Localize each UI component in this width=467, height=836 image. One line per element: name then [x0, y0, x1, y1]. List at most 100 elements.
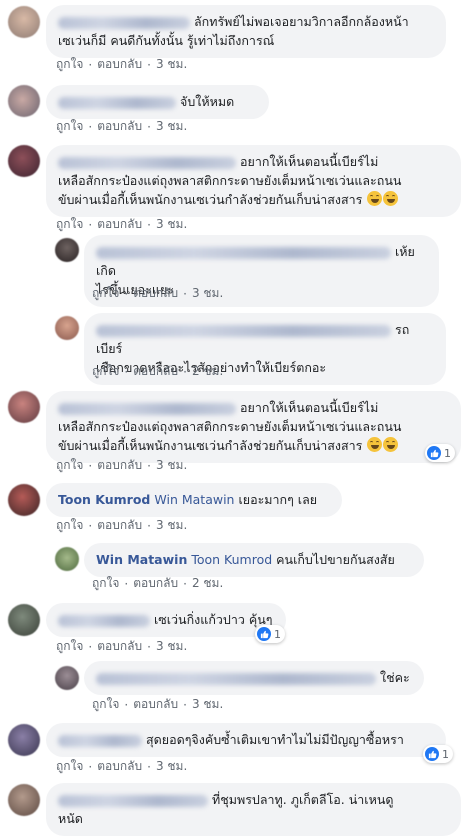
reaction-count[interactable]: 1 — [255, 625, 285, 643]
timestamp[interactable]: 3 ชม. — [156, 55, 187, 74]
reply: เห้ยเกิด ไรขึ้นเยอะแยะ ถูกใจ · ตอบกลับ · 3… — [0, 232, 467, 307]
comment: เซเว่นกิ่งแก้วปาว คุ้นๆ 1 ถูกใจ · ตอบกลับ… — [0, 598, 467, 658]
comment-bubble: ที่ชุมพรปลาทู. ภูเก็ตลีโอ. น่าเหนดู หนัด — [46, 783, 461, 836]
timestamp[interactable]: 3 ชม. — [156, 757, 187, 776]
like-link[interactable]: ถูกใจ — [56, 117, 83, 136]
timestamp[interactable]: 3 ชม. — [156, 637, 187, 656]
comment-actions: ถูกใจ · ตอบกลับ · 2 ชม. — [92, 574, 223, 593]
like-link[interactable]: ถูกใจ — [92, 362, 119, 381]
comment-text: เซเว่นก็มี คนดีกันทั้งนั้น รู้เท่าไม่ถึง… — [58, 33, 275, 48]
timestamp[interactable]: 2 ชม. — [192, 574, 223, 593]
timestamp[interactable]: 3 ชม. — [156, 456, 187, 475]
reply-link[interactable]: ตอบกลับ — [97, 456, 142, 475]
reply-link[interactable]: ตอบกลับ — [133, 362, 178, 381]
comment: ลักทรัพย์ไม่พอเจอยามวิกาลอีกกล้องหน้า เซ… — [0, 0, 467, 75]
commenter-name[interactable] — [58, 402, 236, 415]
reply-link[interactable]: ตอบกลับ — [133, 695, 178, 714]
timestamp[interactable]: 3 ชม. — [156, 516, 187, 535]
comment-actions: ถูกใจ · ตอบกลับ · 3 ชม. — [56, 117, 187, 136]
comment-text: ใช่คะ — [380, 670, 410, 685]
commenter-name[interactable]: Toon Kumrod — [58, 492, 150, 507]
comment-bubble: อยากให้เห็นตอนนี้เบียร์ไม่ เหลือสักกระป๋… — [46, 391, 461, 463]
avatar[interactable] — [55, 666, 79, 690]
avatar[interactable] — [8, 145, 40, 177]
commenter-name[interactable] — [58, 734, 142, 747]
mention-link[interactable]: Toon Kumrod — [191, 552, 272, 567]
avatar[interactable] — [8, 784, 40, 816]
comment-bubble: เซเว่นกิ่งแก้วปาว คุ้นๆ — [46, 603, 286, 637]
like-link[interactable]: ถูกใจ — [56, 757, 83, 776]
like-link[interactable]: ถูกใจ — [92, 574, 119, 593]
comment: ที่ชุมพรปลาทู. ภูเก็ตลีโอ. น่าเหนดู หนัด — [0, 778, 467, 836]
commenter-name[interactable] — [58, 96, 176, 109]
avatar[interactable] — [8, 484, 40, 516]
commenter-name[interactable] — [96, 324, 391, 337]
comment-actions: ถูกใจ · ตอบกลับ · 3 ชม. — [92, 695, 223, 714]
reply-link[interactable]: ตอบกลับ — [97, 637, 142, 656]
comment-actions: ถูกใจ · ตอบกลับ · 3 ชม. — [56, 516, 187, 535]
reaction-count[interactable]: 1 — [423, 745, 453, 763]
avatar[interactable] — [55, 547, 79, 571]
comment: อยากให้เห็นตอนนี้เบียร์ไม่ เหลือสักกระป๋… — [0, 386, 467, 476]
commenter-name[interactable] — [58, 794, 208, 807]
avatar[interactable] — [8, 604, 40, 636]
comment-actions: ถูกใจ · ตอบกลับ · 3 ชม. — [56, 637, 187, 656]
commenter-name[interactable] — [58, 16, 190, 29]
commenter-name[interactable] — [96, 246, 391, 259]
reaction-number: 1 — [274, 627, 281, 641]
grinning-emoji-icon — [383, 437, 399, 452]
avatar[interactable] — [55, 316, 79, 340]
avatar[interactable] — [8, 6, 40, 38]
timestamp[interactable]: 3 ชม. — [192, 695, 223, 714]
comment-actions: ถูกใจ · ตอบกลับ · 3 ชม. — [92, 284, 223, 303]
like-link[interactable]: ถูกใจ — [92, 284, 119, 303]
comment-bubble: อยากให้เห็นตอนนี้เบียร์ไม่ เหลือสักกระป๋… — [46, 145, 461, 217]
like-reaction-icon — [257, 627, 271, 641]
comment: สุดยอดๆจิงคับซ้ำเติมเขาทำไมไม่มีปัญญาซื้… — [0, 718, 467, 778]
commenter-name[interactable]: Win Matawin — [96, 552, 187, 567]
comment-text: เยอะมากๆ เลย — [238, 492, 318, 507]
commenter-name[interactable] — [58, 614, 150, 627]
comment-text: ที่ชุมพรปลาทู. ภูเก็ตลีโอ. น่าเหนดู — [212, 792, 394, 807]
avatar[interactable] — [8, 391, 40, 423]
reaction-number: 1 — [442, 747, 449, 761]
reply-link[interactable]: ตอบกลับ — [97, 55, 142, 74]
avatar[interactable] — [8, 85, 40, 117]
comment-text: อยากให้เห็นตอนนี้เบียร์ไม่ — [240, 400, 379, 415]
reply-link[interactable]: ตอบกลับ — [97, 516, 142, 535]
comment-bubble: สุดยอดๆจิงคับซ้ำเติมเขาทำไมไม่มีปัญญาซื้… — [46, 723, 446, 757]
comment: Toon Kumrod Win Matawin เยอะมากๆ เลย ถูกใจ… — [0, 478, 467, 540]
comment-actions: ถูกใจ · ตอบกลับ · 2 ชม. — [92, 362, 223, 381]
like-link[interactable]: ถูกใจ — [92, 695, 119, 714]
reply-link[interactable]: ตอบกลับ — [97, 117, 142, 136]
timestamp[interactable]: 3 ชม. — [156, 117, 187, 136]
avatar[interactable] — [55, 238, 79, 262]
avatar[interactable] — [8, 724, 40, 756]
grinning-emoji-icon — [383, 191, 399, 206]
comment-text: ขับผ่านเมื่อกี้เห็นพนักงานเซเว่นกำลังช่ว… — [58, 192, 363, 207]
commenter-name[interactable] — [58, 156, 236, 169]
mention-link[interactable]: Win Matawin — [154, 492, 234, 507]
comment-actions: ถูกใจ · ตอบกลับ · 3 ชม. — [56, 456, 187, 475]
like-reaction-icon — [427, 446, 441, 460]
reply-link[interactable]: ตอบกลับ — [133, 574, 178, 593]
timestamp[interactable]: 3 ชม. — [192, 284, 223, 303]
like-link[interactable]: ถูกใจ — [56, 637, 83, 656]
grinning-emoji-icon — [367, 437, 383, 452]
timestamp[interactable]: 2 ชม. — [192, 362, 223, 381]
grinning-emoji-icon — [367, 191, 383, 206]
commenter-name[interactable] — [96, 672, 376, 685]
like-reaction-icon — [425, 747, 439, 761]
like-link[interactable]: ถูกใจ — [56, 456, 83, 475]
reply-link[interactable]: ตอบกลับ — [97, 757, 142, 776]
comment-text: ขับผ่านเมื่อกี้เห็นพนักงานเซเว่นกำลังช่ว… — [58, 438, 363, 453]
reaction-number: 1 — [444, 446, 451, 460]
comment-bubble: จับให้หมด — [46, 85, 269, 119]
comment-text: อยากให้เห็นตอนนี้เบียร์ไม่ — [240, 154, 379, 169]
comment-actions: ถูกใจ · ตอบกลับ · 3 ชม. — [56, 757, 187, 776]
reply-link[interactable]: ตอบกลับ — [133, 284, 178, 303]
reaction-count[interactable]: 1 — [425, 444, 455, 462]
like-link[interactable]: ถูกใจ — [56, 516, 83, 535]
like-link[interactable]: ถูกใจ — [56, 55, 83, 74]
comment-actions: ถูกใจ · ตอบกลับ · 3 ชม. — [56, 55, 187, 74]
